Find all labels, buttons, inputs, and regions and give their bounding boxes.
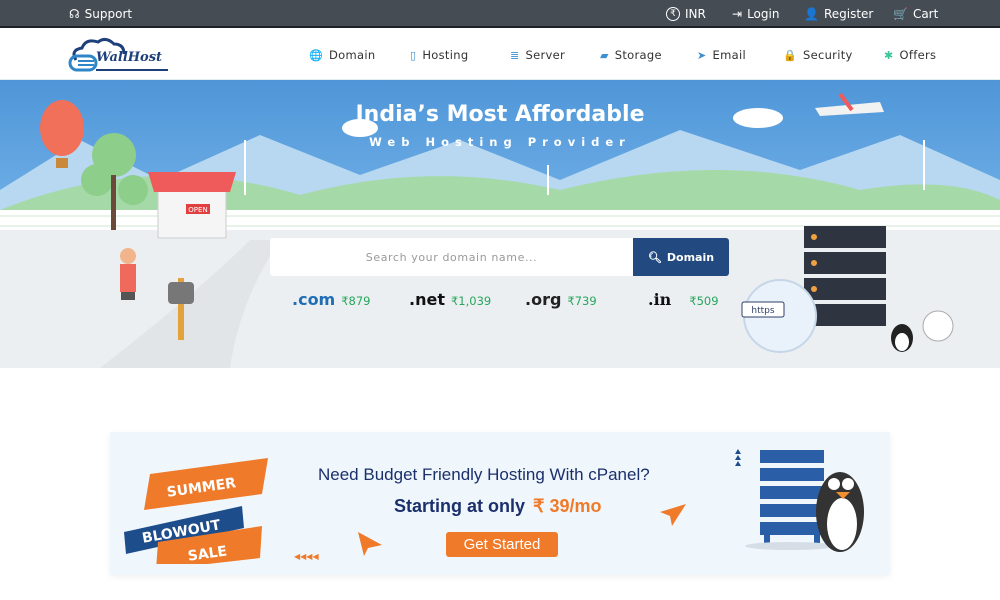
https-label: https	[751, 306, 774, 316]
cart-link[interactable]: 🛒 Cart	[893, 7, 938, 21]
offer-badge-icon: ✱	[884, 48, 894, 62]
nav-email[interactable]: ➤ Email	[697, 48, 746, 62]
support-link[interactable]: ☊ Support	[69, 7, 132, 21]
logo[interactable]: WallHost	[68, 36, 178, 74]
send-icon: ➤	[697, 48, 707, 62]
top-bar: ☊ Support ₹ INR ⇥ Login 👤 Register 🛒 Cart	[0, 0, 1000, 28]
rupee-icon: ₹	[666, 7, 680, 21]
tld-org[interactable]: .org ₹739	[525, 290, 597, 309]
paper-plane-icon	[660, 504, 686, 526]
open-sign: OPEN	[188, 206, 207, 214]
nav-hosting[interactable]: ▯ Hosting	[410, 48, 468, 62]
search-icon: 🔍︎	[647, 250, 662, 264]
banner-headline: Need Budget Friendly Hosting With cPanel…	[318, 465, 650, 484]
banner-price-line: Starting at only ₹ 39/mo	[394, 496, 602, 516]
domain-search-button[interactable]: 🔍︎ Domain	[633, 238, 729, 276]
hero-section: OPEN https India’s Most Affordable Web H…	[0, 80, 1000, 368]
get-started-button[interactable]: Get Started	[446, 532, 558, 557]
tld-com[interactable]: .com ₹879	[292, 290, 371, 309]
globe-icon: 🌐	[309, 48, 323, 62]
currency-selector[interactable]: ₹ INR	[666, 7, 706, 21]
login-link[interactable]: ⇥ Login	[732, 7, 779, 21]
promo-banner[interactable]: SUMMER BLOWOUT SALE Need Budget Friendly…	[110, 432, 890, 575]
arrows-icon: ◀◀◀◀	[294, 552, 319, 561]
lock-icon: 🔒	[783, 48, 797, 62]
tld-in[interactable]: .in ₹509	[648, 290, 719, 309]
tld-net[interactable]: .net ₹1,039	[409, 290, 491, 309]
hosting-icon: ▯	[410, 48, 417, 62]
nav-security[interactable]: 🔒 Security	[783, 48, 853, 62]
hero-title: India’s Most Affordable	[355, 102, 645, 127]
domain-search-input[interactable]	[270, 238, 633, 276]
headset-icon: ☊	[69, 7, 80, 21]
nav-server[interactable]: ≣ Server	[510, 48, 565, 62]
login-icon: ⇥	[732, 7, 743, 21]
hero-subtitle: Web Hosting Provider	[369, 135, 631, 149]
nav-domain[interactable]: 🌐 Domain	[309, 48, 375, 62]
main-nav: WallHost 🌐 Domain ▯ Hosting ≣ Server ▰ Stora…	[0, 28, 1000, 80]
nav-storage[interactable]: ▰ Storage	[600, 48, 662, 62]
cart-icon: 🛒	[893, 7, 908, 21]
nav-offers[interactable]: ✱ Offers	[884, 48, 936, 62]
domain-search: 🔍︎Domain	[270, 238, 729, 276]
paper-plane-icon	[358, 532, 382, 556]
server-icon: ≣	[510, 48, 520, 62]
folder-icon: ▰	[600, 48, 609, 62]
register-link[interactable]: 👤 Register	[804, 7, 873, 21]
banner-price: ₹ 39/mo	[533, 496, 602, 516]
summer-sale-badge: SUMMER BLOWOUT SALE	[124, 458, 268, 564]
user-plus-icon: 👤	[804, 7, 819, 21]
